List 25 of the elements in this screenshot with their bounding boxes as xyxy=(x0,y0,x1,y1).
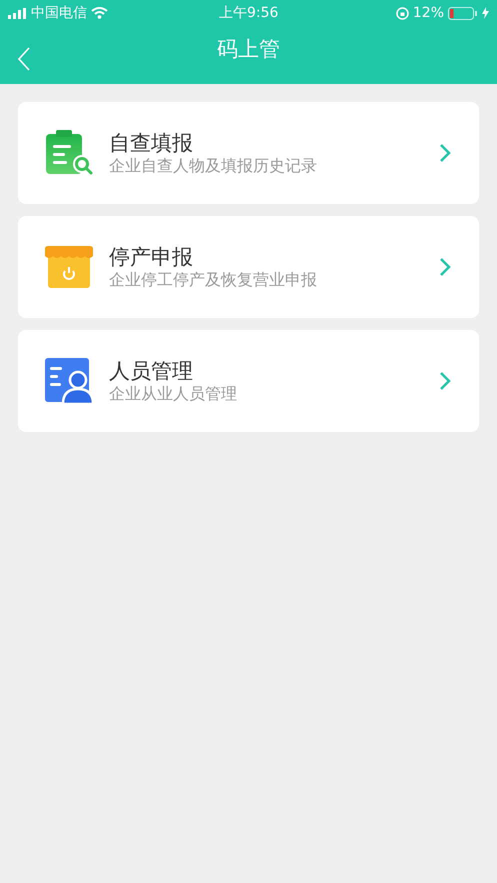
status-time: 上午9:56 xyxy=(219,4,278,22)
battery-percent: 12% xyxy=(412,4,444,22)
card-subtitle: 企业停工停产及恢复营业申报 xyxy=(109,270,317,290)
menu-card[interactable]: 自查填报 企业自查人物及填报历史记录 xyxy=(18,102,479,204)
carrier-name: 中国电信 xyxy=(31,4,87,22)
rotation-lock-icon xyxy=(396,6,409,20)
charging-icon xyxy=(482,7,489,19)
clipboard-search-icon xyxy=(45,130,93,176)
chevron-right-icon xyxy=(439,143,451,163)
chevron-right-icon xyxy=(439,371,451,391)
menu-card[interactable]: 停产申报 企业停工停产及恢复营业申报 xyxy=(18,216,479,318)
page-title: 码上管 xyxy=(217,36,280,64)
signal-icon xyxy=(8,8,27,18)
battery-icon xyxy=(448,6,478,20)
card-subtitle: 企业自查人物及填报历史记录 xyxy=(109,156,317,176)
card-title: 人员管理 xyxy=(109,358,194,384)
store-icon xyxy=(45,246,93,288)
card-title: 停产申报 xyxy=(109,244,194,270)
wifi-icon xyxy=(91,7,108,19)
back-icon xyxy=(18,47,30,71)
card-subtitle: 企业从业人员管理 xyxy=(109,384,237,404)
card-title: 自查填报 xyxy=(109,130,194,156)
chevron-right-icon xyxy=(439,257,451,277)
menu-card[interactable]: 人员管理 企业从业人员管理 xyxy=(18,330,479,432)
id-card-person-icon xyxy=(45,358,93,404)
